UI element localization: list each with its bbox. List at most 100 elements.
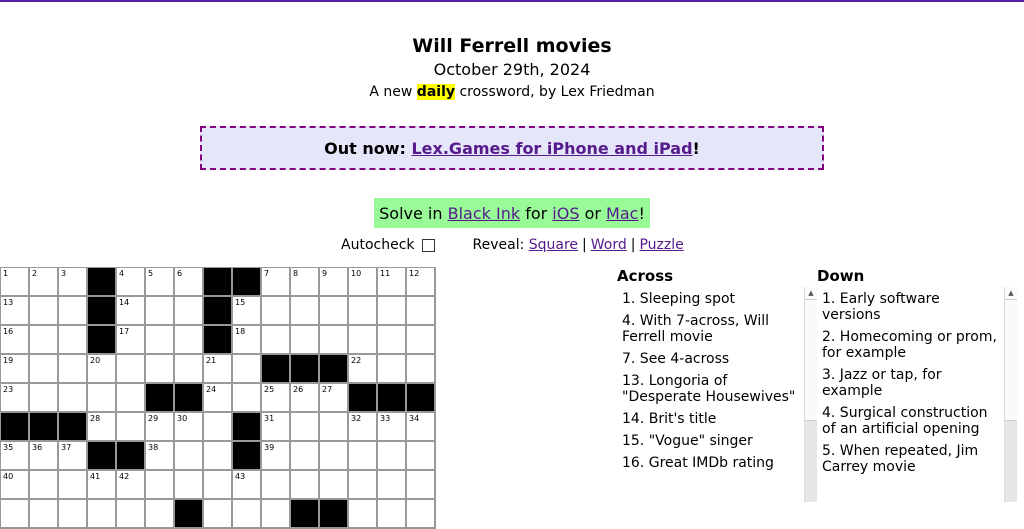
grid-cell[interactable] xyxy=(175,442,204,471)
grid-cell[interactable]: 38 xyxy=(146,442,175,471)
grid-cell[interactable] xyxy=(59,355,88,384)
grid-cell[interactable] xyxy=(1,500,30,529)
grid-cell[interactable] xyxy=(378,355,407,384)
down-clue[interactable]: 4. Surgical construction of an artificia… xyxy=(822,405,1018,437)
across-clue[interactable]: 1. Sleeping spot xyxy=(622,291,818,307)
grid-cell[interactable] xyxy=(349,297,378,326)
grid-cell[interactable]: 31 xyxy=(262,413,291,442)
scrollbar-thumb[interactable] xyxy=(805,300,817,421)
grid-cell[interactable] xyxy=(378,442,407,471)
reveal-word-link[interactable]: Word xyxy=(591,237,627,253)
grid-cell[interactable]: 35 xyxy=(1,442,30,471)
across-clue[interactable]: 7. See 4-across xyxy=(622,351,818,367)
grid-cell[interactable]: 42 xyxy=(117,471,146,500)
grid-cell[interactable]: 19 xyxy=(1,355,30,384)
grid-cell[interactable]: 12 xyxy=(407,268,436,297)
grid-cell[interactable]: 14 xyxy=(117,297,146,326)
grid-cell[interactable]: 34 xyxy=(407,413,436,442)
grid-cell[interactable] xyxy=(233,384,262,413)
grid-cell[interactable] xyxy=(349,326,378,355)
grid-cell[interactable]: 24 xyxy=(204,384,233,413)
grid-cell[interactable] xyxy=(59,384,88,413)
grid-cell[interactable] xyxy=(233,500,262,529)
grid-cell[interactable] xyxy=(291,297,320,326)
grid-cell[interactable]: 17 xyxy=(117,326,146,355)
grid-cell[interactable]: 30 xyxy=(175,413,204,442)
grid-cell[interactable]: 1 xyxy=(1,268,30,297)
grid-cell[interactable]: 25 xyxy=(262,384,291,413)
grid-cell[interactable] xyxy=(320,326,349,355)
grid-cell[interactable]: 15 xyxy=(233,297,262,326)
grid-cell[interactable] xyxy=(59,471,88,500)
grid-cell[interactable] xyxy=(407,326,436,355)
grid-cell[interactable] xyxy=(407,471,436,500)
grid-cell[interactable] xyxy=(146,326,175,355)
grid-cell[interactable] xyxy=(407,500,436,529)
grid-cell[interactable]: 29 xyxy=(146,413,175,442)
grid-cell[interactable]: 20 xyxy=(88,355,117,384)
grid-cell[interactable] xyxy=(407,355,436,384)
across-clue[interactable]: 15. "Vogue" singer xyxy=(622,433,818,449)
grid-cell[interactable] xyxy=(378,297,407,326)
grid-cell[interactable]: 28 xyxy=(88,413,117,442)
grid-cell[interactable]: 10 xyxy=(349,268,378,297)
grid-cell[interactable] xyxy=(117,500,146,529)
grid-cell[interactable] xyxy=(291,471,320,500)
grid-cell[interactable] xyxy=(30,297,59,326)
grid-cell[interactable] xyxy=(262,500,291,529)
black-ink-link[interactable]: Black Ink xyxy=(448,204,521,223)
autocheck-checkbox[interactable] xyxy=(421,238,435,252)
down-scrollbar[interactable]: ▲ xyxy=(1004,287,1017,502)
ios-link[interactable]: iOS xyxy=(552,204,579,223)
grid-cell[interactable] xyxy=(59,297,88,326)
grid-cell[interactable]: 13 xyxy=(1,297,30,326)
grid-cell[interactable] xyxy=(407,442,436,471)
grid-cell[interactable]: 5 xyxy=(146,268,175,297)
grid-cell[interactable] xyxy=(175,326,204,355)
grid-cell[interactable]: 37 xyxy=(59,442,88,471)
scrollbar-track[interactable] xyxy=(1005,421,1017,502)
grid-cell[interactable] xyxy=(320,297,349,326)
grid-cell[interactable]: 4 xyxy=(117,268,146,297)
reveal-square-link[interactable]: Square xyxy=(529,237,578,253)
grid-cell[interactable] xyxy=(291,413,320,442)
grid-cell[interactable] xyxy=(146,471,175,500)
grid-cell[interactable] xyxy=(59,500,88,529)
grid-cell[interactable] xyxy=(204,413,233,442)
grid-cell[interactable] xyxy=(117,413,146,442)
grid-cell[interactable]: 7 xyxy=(262,268,291,297)
grid-cell[interactable] xyxy=(146,355,175,384)
mac-link[interactable]: Mac xyxy=(606,204,638,223)
grid-cell[interactable] xyxy=(30,384,59,413)
grid-cell[interactable]: 9 xyxy=(320,268,349,297)
scrollbar-track[interactable] xyxy=(805,421,817,502)
grid-cell[interactable] xyxy=(204,442,233,471)
grid-cell[interactable] xyxy=(378,471,407,500)
grid-cell[interactable] xyxy=(291,326,320,355)
grid-cell[interactable] xyxy=(117,355,146,384)
grid-cell[interactable] xyxy=(175,471,204,500)
grid-cell[interactable] xyxy=(30,355,59,384)
grid-cell[interactable]: 8 xyxy=(291,268,320,297)
grid-cell[interactable]: 2 xyxy=(30,268,59,297)
scrollbar-thumb[interactable] xyxy=(1005,300,1017,421)
grid-cell[interactable]: 16 xyxy=(1,326,30,355)
grid-cell[interactable] xyxy=(146,297,175,326)
grid-cell[interactable]: 32 xyxy=(349,413,378,442)
grid-cell[interactable] xyxy=(30,326,59,355)
grid-cell[interactable] xyxy=(146,500,175,529)
grid-cell[interactable] xyxy=(88,384,117,413)
across-clue[interactable]: 13. Longoria of "Desperate Housewives" xyxy=(622,373,818,405)
grid-cell[interactable]: 22 xyxy=(349,355,378,384)
grid-cell[interactable]: 26 xyxy=(291,384,320,413)
grid-cell[interactable]: 41 xyxy=(88,471,117,500)
grid-cell[interactable]: 39 xyxy=(262,442,291,471)
grid-cell[interactable] xyxy=(320,413,349,442)
grid-cell[interactable] xyxy=(204,471,233,500)
grid-cell[interactable] xyxy=(88,500,117,529)
grid-cell[interactable]: 40 xyxy=(1,471,30,500)
grid-cell[interactable] xyxy=(407,297,436,326)
grid-cell[interactable] xyxy=(320,471,349,500)
reveal-puzzle-link[interactable]: Puzzle xyxy=(639,237,683,253)
grid-cell[interactable] xyxy=(204,500,233,529)
